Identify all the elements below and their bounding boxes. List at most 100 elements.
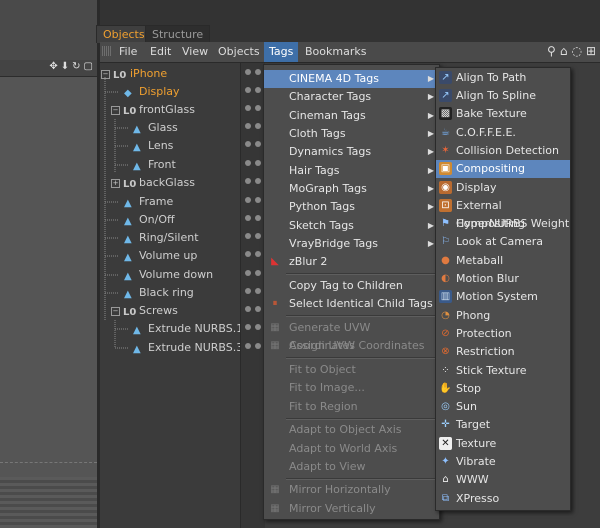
menu-item-label: Stop xyxy=(456,382,482,395)
tag-sun[interactable]: ◎ Sun xyxy=(436,398,570,416)
tag-hypernurbs-weight[interactable]: ⚑ HyperNURBS Weight xyxy=(436,215,570,233)
search-icon[interactable]: ⚲ xyxy=(547,44,556,58)
visibility-dots[interactable] xyxy=(244,247,264,265)
visibility-dots[interactable] xyxy=(244,174,264,192)
rotate-icon[interactable]: ↻ xyxy=(72,61,80,72)
menu-item-label: Motion Blur xyxy=(456,272,519,285)
visibility-dots[interactable] xyxy=(244,320,264,338)
visibility-dots[interactable] xyxy=(244,119,264,137)
tag-display[interactable]: ◉ Display xyxy=(436,179,570,197)
tag-stop[interactable]: ✋ Stop xyxy=(436,380,570,398)
tag-motion-system[interactable]: ▥ Motion System xyxy=(436,288,570,306)
tag-bake-texture[interactable]: ▩ Bake Texture xyxy=(436,105,570,123)
menu-item-cloth-tags[interactable]: Cloth Tags ▶ xyxy=(264,125,439,143)
tag-protection[interactable]: ⊘ Protection xyxy=(436,325,570,343)
viewport-panel[interactable]: ✥ ⬇ ↻ ▢ xyxy=(0,0,97,528)
menu-view[interactable]: View xyxy=(177,42,213,62)
tag-collision-detection[interactable]: ✶ Collision Detection xyxy=(436,142,570,160)
tree-label: Front xyxy=(148,158,176,171)
tag-motion-blur[interactable]: ◐ Motion Blur xyxy=(436,270,570,288)
menu-item-python-tags[interactable]: Python Tags ▶ xyxy=(264,198,439,216)
visibility-dots[interactable] xyxy=(244,65,264,83)
new-panel-icon[interactable]: ⊞ xyxy=(586,44,596,58)
stop-icon: ✋ xyxy=(439,383,452,394)
menu-item-sketch-tags[interactable]: Sketch Tags ▶ xyxy=(264,217,439,235)
align-to-spline-icon: ↗ xyxy=(439,89,452,102)
tag-vibrate[interactable]: ✦ Vibrate xyxy=(436,453,570,471)
tag-www[interactable]: ⌂ WWW xyxy=(436,471,570,489)
menu-bookmarks[interactable]: Bookmarks xyxy=(300,42,371,62)
tag-align-to-spline[interactable]: ↗ Align To Spline xyxy=(436,87,570,105)
visibility-dots[interactable] xyxy=(244,137,264,155)
menu-item-cineman-tags[interactable]: Cineman Tags ▶ xyxy=(264,107,439,125)
menu-edit[interactable]: Edit xyxy=(145,42,176,62)
tag-coffee[interactable]: ☕ C.O.F.F.E.E. xyxy=(436,124,570,142)
visibility-dots[interactable] xyxy=(244,302,264,320)
menu-item-label: Look at Camera xyxy=(456,235,543,248)
menu-item-mograph-tags[interactable]: MoGraph Tags ▶ xyxy=(264,180,439,198)
expand-icon[interactable]: + xyxy=(111,179,120,188)
tag-align-to-path[interactable]: ↗ Align To Path xyxy=(436,69,570,87)
polygon-object-icon: ▲ xyxy=(124,198,132,209)
polygon-object-icon: ▲ xyxy=(124,252,132,263)
viewport-floor xyxy=(0,477,97,528)
tag-target[interactable]: ✛ Target xyxy=(436,416,570,434)
tree-label: Volume up xyxy=(139,249,198,262)
grip-handle-icon[interactable] xyxy=(102,46,112,56)
menu-tags[interactable]: Tags xyxy=(264,42,299,62)
menu-item-select-identical[interactable]: ⏸ Select Identical Child Tags xyxy=(264,295,439,313)
move-icon[interactable]: ✥ xyxy=(49,61,57,72)
menu-objects[interactable]: Objects xyxy=(213,42,265,62)
protection-icon: ⊘ xyxy=(441,328,450,339)
tag-xpresso[interactable]: ⧉ XPresso xyxy=(436,490,570,508)
menu-item-character-tags[interactable]: Character Tags ▶ xyxy=(264,88,439,106)
visibility-dots[interactable] xyxy=(244,193,264,211)
visibility-dots[interactable] xyxy=(244,101,264,119)
tab-objects[interactable]: Objects xyxy=(96,25,152,43)
cinema4d-tags-submenu: ↗ Align To Path ↗ Align To Spline ▩ Bake… xyxy=(435,67,571,511)
menu-item-vraybridge-tags[interactable]: VrayBridge Tags ▶ xyxy=(264,235,439,253)
menu-item-label: Adapt to Object Axis xyxy=(289,423,402,436)
tag-metaball[interactable]: ● Metaball xyxy=(436,252,570,270)
menu-file[interactable]: File xyxy=(114,42,142,62)
submenu-arrow-icon: ▶ xyxy=(427,166,434,175)
tag-look-at-camera[interactable]: ⚐ Look at Camera xyxy=(436,233,570,251)
tab-structure[interactable]: Structure xyxy=(145,25,211,43)
visibility-dots[interactable] xyxy=(244,284,264,302)
tag-compositing[interactable]: ▣ Compositing xyxy=(436,160,570,178)
look-at-camera-icon: ⚐ xyxy=(441,236,450,247)
tag-texture[interactable]: ✕ Texture xyxy=(436,435,570,453)
visibility-dots[interactable] xyxy=(244,339,264,357)
collapse-icon[interactable]: − xyxy=(111,307,120,316)
collapse-icon[interactable]: − xyxy=(111,106,120,115)
menu-item-label: Bake Texture xyxy=(456,107,527,120)
home-icon[interactable]: ⌂ xyxy=(560,44,568,58)
collapse-icon[interactable]: − xyxy=(101,70,110,79)
zblur-icon: ◣ xyxy=(271,256,279,267)
visibility-dots[interactable] xyxy=(244,266,264,284)
object-tree[interactable]: − L0 iPhone ◆ Display − L0 frontGlass ▲ … xyxy=(100,63,243,528)
menu-item-dynamics-tags[interactable]: Dynamics Tags ▶ xyxy=(264,143,439,161)
viewport-canvas[interactable] xyxy=(0,77,97,477)
menu-item-label: Compositing xyxy=(456,162,525,175)
menu-item-label: Character Tags xyxy=(289,90,372,103)
tree-label: backGlass xyxy=(139,176,195,189)
visibility-dots[interactable] xyxy=(244,229,264,247)
visibility-dots[interactable] xyxy=(244,83,264,101)
visibility-dots[interactable] xyxy=(244,156,264,174)
tag-external-compositing[interactable]: ⊡ External Compositing xyxy=(436,197,570,230)
maximize-icon[interactable]: ▢ xyxy=(84,61,93,72)
down-arrow-icon[interactable]: ⬇ xyxy=(61,61,69,72)
tag-phong[interactable]: ◔ Phong xyxy=(436,307,570,325)
tag-restriction[interactable]: ⊗ Restriction xyxy=(436,343,570,361)
menu-separator xyxy=(286,315,436,317)
tag-stick-texture[interactable]: ⁘ Stick Texture xyxy=(436,362,570,380)
visibility-dots[interactable] xyxy=(244,211,264,229)
menu-item-fit-object: Fit to Object xyxy=(264,361,439,379)
menu-item-cinema4d-tags[interactable]: CINEMA 4D Tags ▶ xyxy=(264,70,439,88)
eye-icon[interactable]: ◌ xyxy=(571,44,581,58)
menu-item-hair-tags[interactable]: Hair Tags ▶ xyxy=(264,162,439,180)
menu-item-zblur[interactable]: ◣ zBlur 2 xyxy=(264,253,439,271)
menu-item-copy-tag[interactable]: Copy Tag to Children xyxy=(264,277,439,295)
menu-item-label: Vibrate xyxy=(456,455,496,468)
